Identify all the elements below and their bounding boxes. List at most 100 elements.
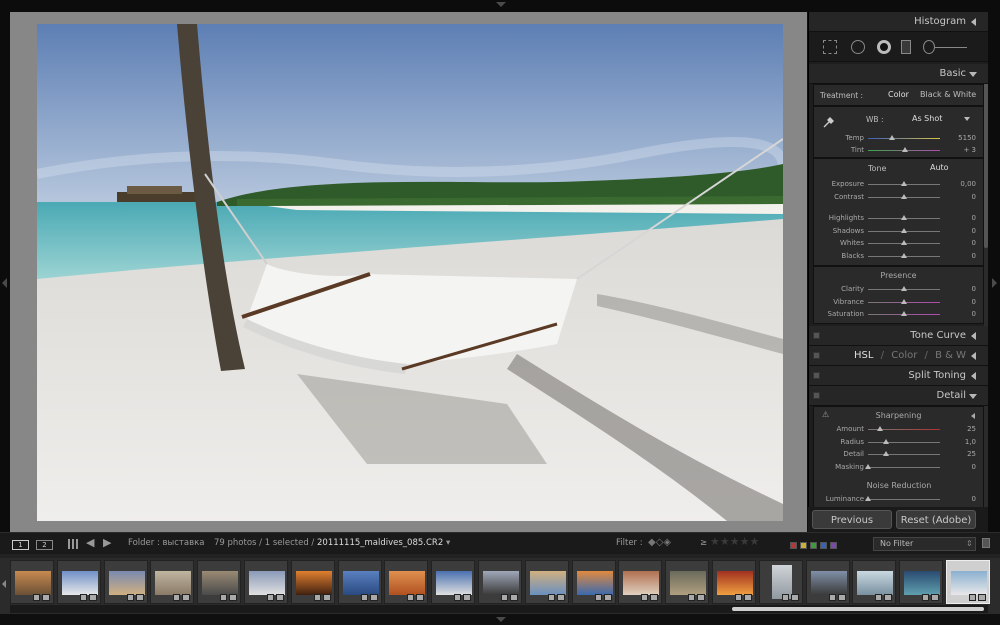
region-slider-row[interactable]: Whites 0 <box>814 237 984 250</box>
sharpen-value[interactable]: 25 <box>967 425 976 433</box>
filmstrip-thumbnail[interactable] <box>10 560 54 604</box>
filmstrip-thumbnail[interactable] <box>946 560 990 604</box>
adjustment-brush-icon[interactable] <box>923 40 935 54</box>
filmstrip-scroll-left-icon[interactable] <box>2 580 6 588</box>
grid-view-icon[interactable] <box>68 539 78 549</box>
forward-arrow-icon[interactable]: ▶ <box>103 536 111 549</box>
histogram-header[interactable]: Histogram <box>809 12 988 32</box>
filmstrip-thumbnail[interactable] <box>197 560 242 604</box>
spot-removal-icon[interactable] <box>851 40 865 54</box>
filter-preset-select[interactable]: No Filter <box>873 537 976 551</box>
left-panel-toggle[interactable] <box>0 12 10 532</box>
graduated-filter-icon[interactable] <box>901 40 911 54</box>
filmstrip-thumbnail[interactable] <box>150 560 195 604</box>
sharpen-slider-row[interactable]: Detail 25 <box>814 448 984 461</box>
filmstrip-thumbnail[interactable] <box>431 560 476 604</box>
color-label-chip[interactable] <box>820 542 827 549</box>
tone-knob[interactable] <box>901 181 907 186</box>
flag-filter-icons[interactable]: ◆◇◈ <box>648 537 671 548</box>
tone-curve-header[interactable]: Tone Curve <box>809 326 988 346</box>
sharpening-collapse-icon[interactable] <box>971 413 975 419</box>
sharpen-track[interactable] <box>868 454 940 455</box>
filmstrip-thumbnail[interactable] <box>712 560 756 604</box>
auto-tone-button[interactable]: Auto <box>930 163 949 172</box>
detail-switch-icon[interactable] <box>813 392 820 399</box>
sharpen-value[interactable]: 0 <box>972 463 976 471</box>
sharpen-slider-row[interactable]: Radius 1,0 <box>814 436 984 449</box>
eyedropper-icon[interactable] <box>822 114 836 128</box>
filmstrip-thumbnail[interactable] <box>337 560 382 604</box>
luminance-slider-row[interactable]: Luminance 0 <box>814 493 984 506</box>
sharpen-track[interactable] <box>868 441 940 443</box>
presence-value[interactable]: 0 <box>972 310 976 318</box>
sharpen-track[interactable] <box>868 466 940 468</box>
main-photo[interactable] <box>37 24 783 521</box>
filmstrip-thumbnail[interactable] <box>852 560 897 604</box>
luminance-knob[interactable] <box>865 496 871 501</box>
filmstrip-thumbnail[interactable] <box>665 560 710 604</box>
rating-operator[interactable]: ≥ <box>700 538 707 548</box>
filmstrip-thumbnail[interactable] <box>384 560 429 604</box>
filmstrip-thumbnail[interactable] <box>758 560 803 604</box>
main-window-button[interactable]: 1 <box>12 540 29 550</box>
filmstrip-thumbnail[interactable] <box>290 560 335 604</box>
luminance-value[interactable]: 0 <box>972 495 976 503</box>
region-slider-row[interactable]: Highlights 0 <box>814 212 984 225</box>
tone-slider-row[interactable]: Contrast 0 <box>814 191 984 204</box>
secondary-window-button[interactable]: 2 <box>36 540 53 550</box>
luminance-track[interactable] <box>868 499 940 500</box>
tint-value[interactable]: + 3 <box>963 146 976 154</box>
tone-knob[interactable] <box>901 193 907 199</box>
panel-scrollbar[interactable] <box>984 64 988 510</box>
filmstrip-thumbnail[interactable] <box>899 560 944 604</box>
current-filename[interactable]: 20111115_maldives_085.CR2 <box>317 538 443 548</box>
filmstrip-thumbnail[interactable] <box>524 560 569 604</box>
region-slider-row[interactable]: Blacks 0 <box>814 250 984 263</box>
split-toning-header[interactable]: Split Toning <box>809 366 988 386</box>
color-tab[interactable]: Color <box>891 350 917 361</box>
presence-value[interactable]: 0 <box>972 285 976 293</box>
filmstrip-scrollbar[interactable] <box>10 605 988 613</box>
treatment-color-option[interactable]: Color <box>888 90 909 99</box>
presence-knob[interactable] <box>901 311 907 316</box>
region-knob[interactable] <box>901 240 907 245</box>
folder-source[interactable]: Folder : выставка <box>128 538 204 548</box>
target-adjust-icon[interactable]: ⚠ <box>822 410 829 419</box>
tone-curve-switch-icon[interactable] <box>813 332 820 339</box>
hsl-tab[interactable]: HSL <box>854 350 873 361</box>
bw-tab[interactable]: B & W <box>935 350 966 361</box>
presence-slider-row[interactable]: Clarity 0 <box>814 283 984 296</box>
previous-button[interactable]: Previous <box>812 510 892 529</box>
filmstrip-thumbnail[interactable] <box>618 560 663 604</box>
basic-header[interactable]: Basic <box>809 64 988 84</box>
red-eye-icon[interactable] <box>877 40 891 54</box>
sharpen-value[interactable]: 1,0 <box>965 438 976 446</box>
temp-track[interactable] <box>868 138 940 139</box>
star-filter-icon[interactable]: ★★★★★ <box>710 535 759 548</box>
detail-header[interactable]: Detail <box>809 386 988 406</box>
region-knob[interactable] <box>901 252 907 258</box>
tone-slider-row[interactable]: Exposure 0,00 <box>814 178 984 191</box>
region-value[interactable]: 0 <box>972 239 976 247</box>
color-label-chip[interactable] <box>800 542 807 549</box>
color-label-chip[interactable] <box>830 542 837 549</box>
crop-tool-icon[interactable] <box>823 40 837 54</box>
temp-value[interactable]: 5150 <box>958 134 976 142</box>
filmstrip-scroll-thumb[interactable] <box>732 607 984 611</box>
treatment-bw-option[interactable]: Black & White <box>920 90 976 99</box>
sharpen-knob[interactable] <box>883 451 889 456</box>
temp-knob[interactable] <box>889 135 895 140</box>
sharpen-knob[interactable] <box>883 438 889 444</box>
region-value[interactable]: 0 <box>972 214 976 222</box>
region-knob[interactable] <box>901 215 907 220</box>
presence-slider-row[interactable]: Saturation 0 <box>814 308 984 321</box>
filmstrip-thumbnail[interactable] <box>571 560 616 604</box>
filename-dropdown-icon[interactable]: ▾ <box>446 538 450 548</box>
tint-knob[interactable] <box>902 147 908 152</box>
back-arrow-icon[interactable]: ◀ <box>86 536 94 549</box>
sharpen-knob[interactable] <box>865 463 871 469</box>
hsl-switch-icon[interactable] <box>813 352 820 359</box>
temp-slider-row[interactable]: Temp 5150 <box>814 132 984 145</box>
tone-value[interactable]: 0 <box>972 193 976 201</box>
split-toning-switch-icon[interactable] <box>813 372 820 379</box>
